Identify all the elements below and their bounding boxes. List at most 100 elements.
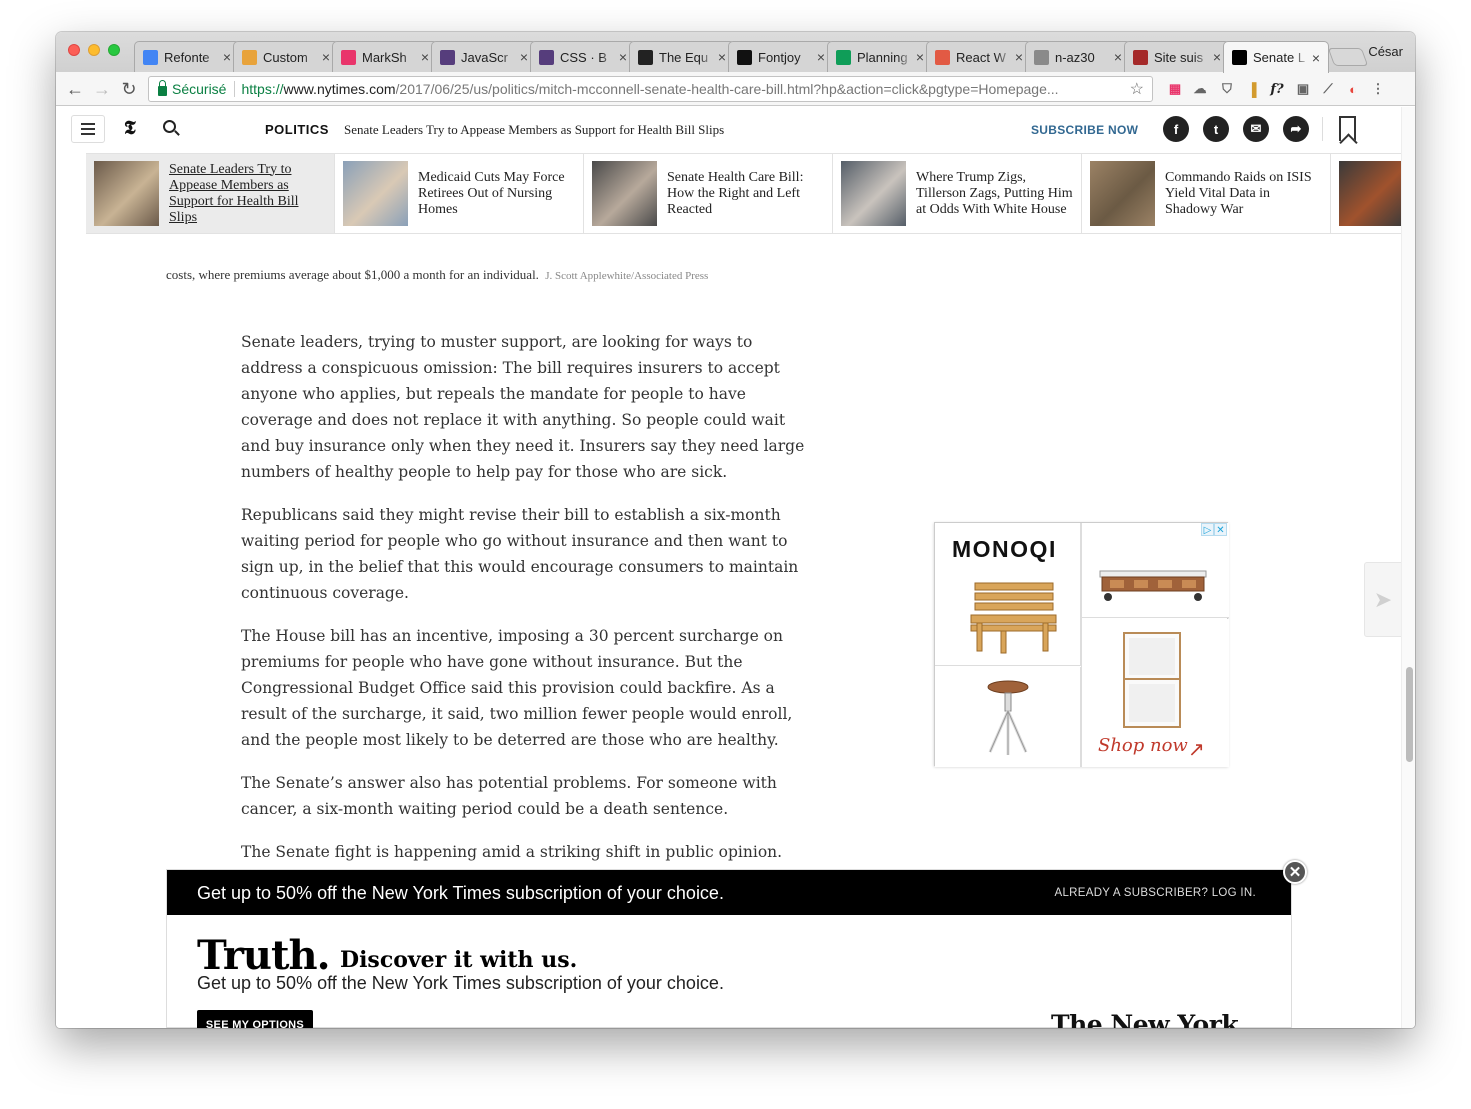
bookmark-star-icon[interactable]: ☆ <box>1130 79 1144 99</box>
page-scrollbar[interactable] <box>1401 107 1415 1028</box>
url-scheme: https:// <box>241 81 284 97</box>
new-tab-button[interactable] <box>1327 48 1369 66</box>
tab-11[interactable]: Senate L × <box>1223 41 1329 73</box>
tab-label: Fontjoy <box>758 49 801 65</box>
tab-2[interactable]: MarkSh × <box>332 41 438 72</box>
cloud-extension-icon[interactable]: ☁ <box>1191 80 1209 98</box>
next-article-arrow-icon[interactable]: ➤ <box>1364 562 1401 637</box>
tab-close-icon[interactable]: × <box>518 49 530 65</box>
tab-9[interactable]: n-az30 × <box>1025 41 1131 72</box>
tab-close-icon[interactable]: × <box>419 49 431 65</box>
subscription-body: Get up to 50% off the New York Times sub… <box>197 973 724 993</box>
bar-extension-icon[interactable]: ▐ <box>1243 80 1261 98</box>
shield-extension-icon[interactable]: ⛉ <box>1218 80 1236 98</box>
related-story-title[interactable]: Commando Raids on ISIS Yield Vital Data … <box>1165 170 1322 218</box>
forward-arrow-icon[interactable]: → <box>91 78 113 100</box>
scrollbar-thumb[interactable] <box>1406 667 1413 762</box>
tab-3[interactable]: JavaScr × <box>431 41 537 72</box>
curved-arrow-icon: ↗ <box>1188 739 1205 761</box>
tab-5[interactable]: The Equ × <box>629 41 735 72</box>
tab-6[interactable]: Fontjoy × <box>728 41 834 72</box>
article-paragraph: The House bill has an incentive, imposin… <box>241 627 793 749</box>
tab-close-icon[interactable]: × <box>914 49 926 65</box>
tab-0[interactable]: Refonte × <box>134 41 240 72</box>
related-story-thumbnail[interactable] <box>1339 161 1401 226</box>
window-close-button[interactable] <box>68 44 80 56</box>
subscribe-link[interactable]: SUBSCRIBE NOW <box>1031 123 1138 137</box>
profile-name[interactable]: César <box>1368 44 1403 59</box>
related-stories-bar: Senate Leaders Try to Appease Members as… <box>86 153 1401 234</box>
related-story[interactable]: Senate Health Care Bill: How the Right a… <box>584 154 833 233</box>
tab-1[interactable]: Custom × <box>233 41 339 72</box>
related-story-thumbnail[interactable] <box>1090 161 1155 226</box>
see-options-button[interactable]: SEE MY OPTIONS <box>197 1010 313 1028</box>
related-story[interactable] <box>1331 154 1401 233</box>
discover-tagline: Discover it with us. <box>340 947 578 973</box>
related-story-title[interactable]: Where Trump Zigs, Tillerson Zags, Puttin… <box>916 170 1073 218</box>
related-story-thumbnail[interactable] <box>841 161 906 226</box>
login-link[interactable]: ALREADY A SUBSCRIBER? LOG IN. <box>1054 887 1256 899</box>
email-icon[interactable]: ✉ <box>1243 116 1269 142</box>
related-story-title[interactable]: Medicaid Cuts May Force Retirees Out of … <box>418 170 575 218</box>
related-story-title[interactable]: Senate Leaders Try to Appease Members as… <box>169 162 326 226</box>
tab-close-icon[interactable]: × <box>221 49 233 65</box>
sheets-icon <box>836 49 851 65</box>
related-story[interactable]: Commando Raids on ISIS Yield Vital Data … <box>1082 154 1331 233</box>
t-icon <box>1034 49 1049 65</box>
ad-close-icon[interactable]: ✕ <box>1214 523 1227 536</box>
tab-7[interactable]: Planning × <box>827 41 933 72</box>
related-story[interactable]: Senate Leaders Try to Appease Members as… <box>86 154 335 233</box>
related-story-thumbnail[interactable] <box>94 161 159 226</box>
article-paragraph: Senate leaders, trying to muster support… <box>241 333 805 481</box>
ad-shop-now-link[interactable]: Shop now <box>1098 735 1188 756</box>
chrome-menu-icon[interactable]: ⋮ <box>1369 80 1387 98</box>
related-story[interactable]: Where Trump Zigs, Tillerson Zags, Puttin… <box>833 154 1082 233</box>
tab-close-icon[interactable]: × <box>815 49 827 65</box>
search-icon[interactable] <box>163 120 176 133</box>
close-banner-icon[interactable]: ✕ <box>1283 860 1307 884</box>
tab-close-icon[interactable]: × <box>716 49 728 65</box>
t-icon <box>1133 49 1148 65</box>
photo-caption: costs, where premiums average about $1,0… <box>166 267 708 283</box>
window-minimize-button[interactable] <box>88 44 100 56</box>
tab-4[interactable]: CSS · B × <box>530 41 636 72</box>
tab-close-icon[interactable]: × <box>1013 49 1025 65</box>
color-extension-icon[interactable]: ◐ <box>1344 80 1362 98</box>
camera-extension-icon[interactable]: ▣ <box>1294 80 1312 98</box>
ad-cell-stool[interactable] <box>935 667 1081 767</box>
whatfont-extension-icon[interactable]: f? <box>1268 80 1286 98</box>
monoqi-ad[interactable]: MONOQI Shop now ↗ ▷ ✕ <box>934 522 1229 767</box>
truth-headline: Truth. <box>197 932 330 979</box>
back-arrow-icon[interactable]: ← <box>64 78 86 100</box>
tab-10[interactable]: Site suis × <box>1124 41 1230 72</box>
adchoices-icon[interactable]: ▷ <box>1201 523 1214 536</box>
tab-label: React W <box>956 49 1006 65</box>
tab-close-icon[interactable]: × <box>1211 49 1223 65</box>
twitter-icon[interactable]: t <box>1203 116 1229 142</box>
tab-close-icon[interactable]: × <box>617 49 629 65</box>
related-story-title[interactable]: Senate Health Care Bill: How the Right a… <box>667 170 824 218</box>
section-label[interactable]: POLITICS <box>265 122 329 137</box>
tab-8[interactable]: React W × <box>926 41 1032 72</box>
facebook-icon[interactable]: f <box>1163 116 1189 142</box>
eyedropper-extension-icon[interactable]: ⟋ <box>1319 80 1337 98</box>
ad-cell-bench[interactable]: MONOQI <box>935 523 1081 666</box>
calendar-extension-icon[interactable]: ▦ <box>1166 80 1184 98</box>
nyt-logo-icon[interactable]: 𝕿 <box>124 117 136 139</box>
save-bookmark-icon[interactable] <box>1339 116 1356 141</box>
related-story-thumbnail[interactable] <box>343 161 408 226</box>
ad-choices[interactable]: ▷ ✕ <box>1201 523 1227 536</box>
address-bar[interactable]: Sécurisé https:// www.nytimes.com /2017/… <box>148 76 1153 102</box>
ad-grid-line <box>1081 523 1082 767</box>
tab-close-icon[interactable]: × <box>1112 49 1124 65</box>
reload-icon[interactable]: ↻ <box>118 78 140 100</box>
related-story[interactable]: Medicaid Cuts May Force Retirees Out of … <box>335 154 584 233</box>
tab-close-icon[interactable]: × <box>1310 50 1322 66</box>
menu-icon[interactable] <box>71 115 105 143</box>
ad-cell-table[interactable] <box>1082 523 1229 618</box>
share-icon[interactable]: ➦ <box>1283 116 1309 142</box>
window-maximize-button[interactable] <box>108 44 120 56</box>
tab-close-icon[interactable]: × <box>320 49 332 65</box>
tab-label: CSS · B <box>560 49 607 65</box>
related-story-thumbnail[interactable] <box>592 161 657 226</box>
